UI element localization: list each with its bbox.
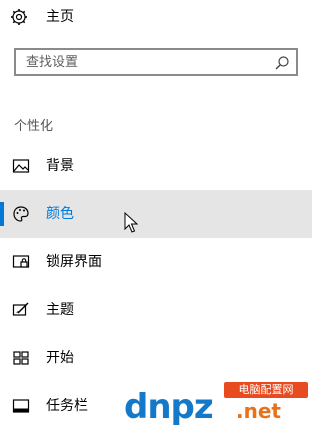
- sidebar-item-background[interactable]: 背景: [0, 142, 312, 190]
- sidebar-item-themes[interactable]: 主题: [0, 286, 312, 334]
- mouse-cursor-icon: [124, 211, 139, 234]
- search-input[interactable]: 查找设置: [14, 48, 298, 76]
- watermark-main-text: dnpz: [124, 387, 214, 427]
- sidebar-item-start[interactable]: 开始: [0, 334, 312, 382]
- sidebar-item-colors[interactable]: 颜色: [0, 190, 312, 238]
- palette-icon: [12, 205, 30, 223]
- theme-icon: [12, 301, 30, 319]
- taskbar-icon: [12, 397, 30, 415]
- start-icon: [12, 349, 30, 367]
- nav-home[interactable]: 主页: [0, 0, 312, 36]
- sidebar-item-label: 颜色: [46, 206, 74, 222]
- sidebar-item-label: 开始: [46, 350, 74, 366]
- section-title: 个性化: [14, 119, 54, 134]
- settings-personalization-sidebar: 主页 查找设置 个性化 背景 颜色 锁屏界面 主题 开始 任务栏 电脑配置网 d…: [0, 0, 312, 427]
- search-placeholder: 查找设置: [26, 55, 79, 70]
- sidebar-item-label: 任务栏: [46, 398, 88, 414]
- sidebar-item-label: 背景: [46, 158, 74, 174]
- sidebar-item-label: 主题: [46, 302, 74, 318]
- search-icon[interactable]: [274, 55, 290, 71]
- watermark-net-text: .net: [236, 399, 281, 423]
- selection-indicator: [0, 202, 4, 226]
- gear-icon: [10, 8, 28, 26]
- watermark-badge: 电脑配置网: [224, 382, 308, 398]
- image-icon: [12, 157, 30, 175]
- lock-screen-icon: [12, 253, 30, 271]
- sidebar-item-label: 锁屏界面: [46, 254, 102, 270]
- sidebar-item-lock-screen[interactable]: 锁屏界面: [0, 238, 312, 286]
- nav-home-label: 主页: [46, 9, 74, 25]
- watermark-logo: 电脑配置网 dnpz .net: [124, 382, 312, 427]
